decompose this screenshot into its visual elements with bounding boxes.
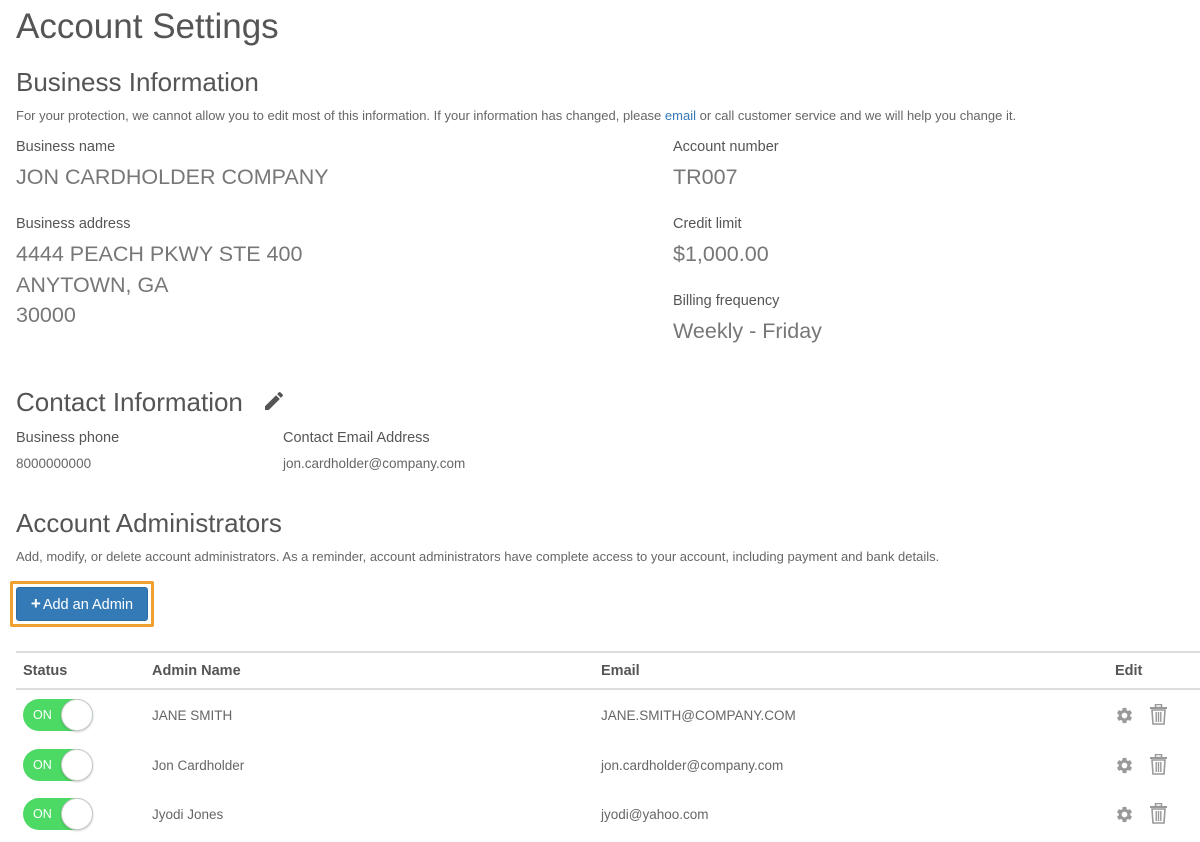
status-toggle[interactable]: ON [23,749,93,781]
contact-email-label: Contact Email Address [283,430,430,446]
business-address-line2: ANYTOWN, GA [16,273,169,297]
trash-icon[interactable] [1149,753,1168,775]
toggle-knob [61,699,93,731]
business-phone-value: 8000000000 [16,456,92,471]
email-link[interactable]: email [665,108,696,123]
admin-name: Jon Cardholder [152,758,245,773]
table-header-border [16,688,1200,690]
gear-icon[interactable] [1115,756,1134,775]
admin-email: jon.cardholder@company.com [601,758,784,773]
toggle-label: ON [33,758,52,772]
business-name-value: JON CARDHOLDER COMPANY [16,165,329,189]
toggle-knob [61,749,93,781]
business-address-line3: 30000 [16,303,76,327]
toggle-label: ON [33,708,52,722]
toggle-label: ON [33,807,52,821]
gear-icon[interactable] [1115,805,1134,824]
business-address-label: Business address [16,216,131,232]
column-header-edit: Edit [1115,663,1143,679]
column-header-admin-name: Admin Name [152,663,241,679]
account-number-label: Account number [673,139,779,155]
credit-limit-value: $1,000.00 [673,242,769,266]
toggle-knob [61,798,93,830]
billing-frequency-value: Weekly - Friday [673,319,822,343]
status-toggle[interactable]: ON [23,699,93,731]
admin-email: JANE.SMITH@COMPANY.COM [601,708,796,723]
add-admin-focus-outline: + Add an Admin [10,581,154,627]
gear-icon[interactable] [1115,706,1134,725]
table-top-border [16,651,1200,653]
contact-email-value: jon.cardholder@company.com [283,456,466,471]
contact-info-heading: Contact Information [16,387,243,417]
column-header-email: Email [601,663,640,679]
account-admins-heading: Account Administrators [16,508,282,538]
business-phone-label: Business phone [16,430,120,446]
plus-icon: + [30,594,41,613]
account-admins-description: Add, modify, or delete account administr… [16,549,940,564]
business-info-heading: Business Information [16,67,259,97]
business-address-line1: 4444 PEACH PKWY STE 400 [16,242,303,266]
notice-text-after: or call customer service and we will hel… [695,108,1017,123]
billing-frequency-label: Billing frequency [673,293,780,309]
trash-icon[interactable] [1149,703,1168,725]
admin-name: JANE SMITH [152,708,233,723]
account-number-value: TR007 [673,165,738,189]
business-name-label: Business name [16,139,116,155]
column-header-status: Status [23,663,68,679]
business-info-notice: For your protection, we cannot allow you… [16,108,1016,124]
pencil-icon[interactable] [262,389,286,413]
status-toggle[interactable]: ON [23,798,93,830]
admin-name: Jyodi Jones [152,807,224,822]
admin-email: jyodi@yahoo.com [601,807,709,822]
credit-limit-label: Credit limit [673,216,742,232]
add-admin-label: Add an Admin [42,597,134,613]
notice-text-before: For your protection, we cannot allow you… [16,108,665,123]
trash-icon[interactable] [1149,802,1168,824]
page-title: Account Settings [16,7,279,46]
add-admin-button[interactable]: + Add an Admin [16,587,148,621]
